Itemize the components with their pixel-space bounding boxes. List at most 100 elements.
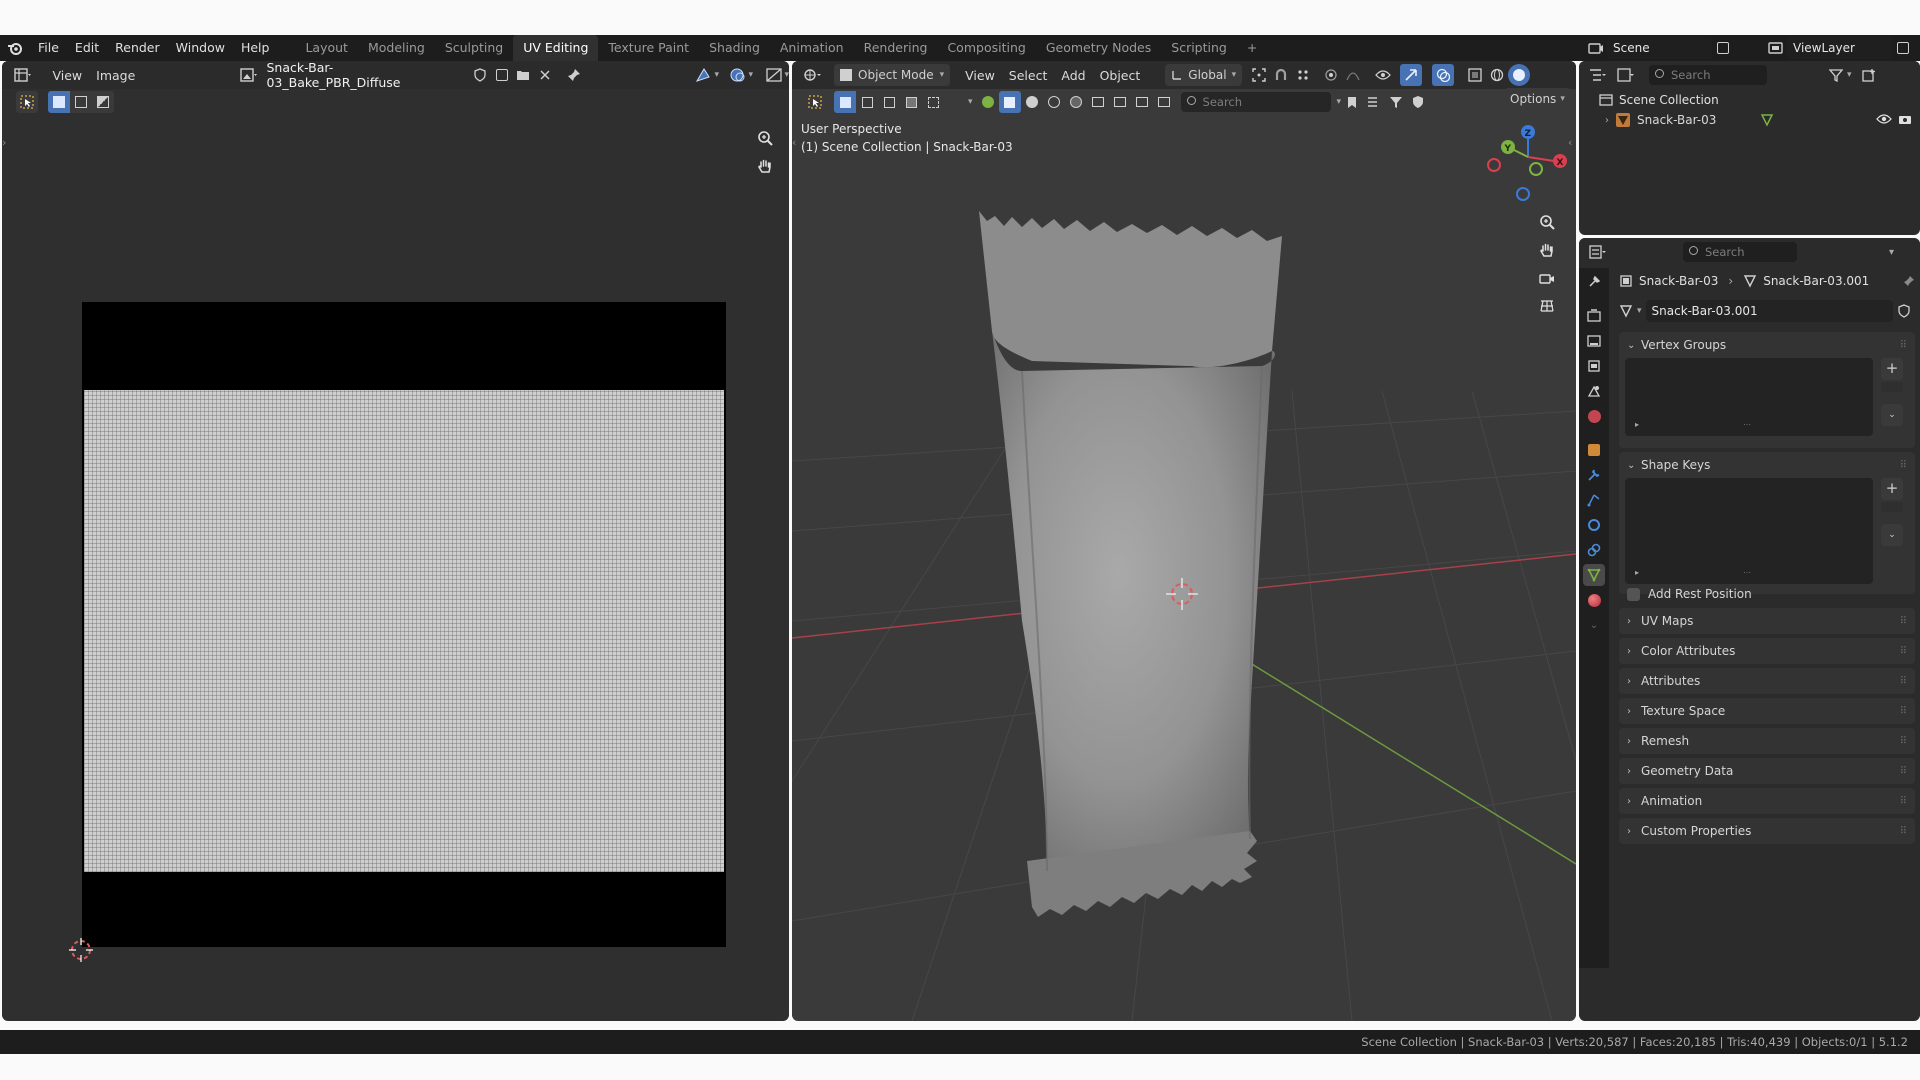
camera-filter-icon[interactable] [1109,91,1131,113]
gizmo-neg-x-handle[interactable] [1487,158,1501,172]
filter-dropdown-icon[interactable]: ▾ [968,97,973,107]
viewport-zoom-icon[interactable] [1536,211,1558,233]
transform-orientation-dropdown[interactable]: Global ▾ [1165,64,1243,86]
menu-edit[interactable]: Edit [67,35,107,61]
pan-hand-icon[interactable] [754,155,776,177]
mesh-data-icon[interactable] [1760,113,1774,127]
2d-cursor-icon[interactable] [67,936,95,964]
properties-options-dropdown-icon[interactable]: ▾ [1889,247,1894,258]
viewport-pan-hand-icon[interactable] [1536,239,1558,261]
tab-geometry-nodes[interactable]: Geometry Nodes [1036,35,1161,61]
add-rest-position-row[interactable]: Add Rest Position [1627,587,1752,601]
panel-texture-space[interactable]: › Texture Space ⠿ [1619,698,1915,724]
gizmo-neg-y-handle[interactable] [1529,162,1543,176]
empty-filter-icon[interactable] [1131,91,1153,113]
mesh-datablock-icon[interactable] [1619,304,1633,318]
tab-scripting[interactable]: Scripting [1161,35,1237,61]
gizmo-toggle-icon[interactable] [1400,64,1423,86]
viewport-menu-object[interactable]: Object [1093,68,1148,83]
viewport-scene[interactable]: Z X Y [792,61,1576,1021]
pin-icon[interactable] [563,64,584,86]
surface-filter-icon[interactable] [1043,91,1065,113]
image-browse-icon[interactable] [238,64,259,86]
viewport-mode-subtract-icon[interactable] [878,91,900,113]
mesh-filter-icon[interactable] [998,91,1021,113]
camera-view-icon[interactable] [1536,267,1558,289]
overlay-icon[interactable] [727,64,748,86]
light-filter-icon[interactable] [1087,91,1109,113]
tab-uv-editing[interactable]: UV Editing [513,35,599,61]
uv-image-canvas[interactable] [82,302,726,947]
falloff-icon[interactable] [1342,64,1364,86]
mode-set-icon[interactable] [48,91,70,113]
object-tab-icon[interactable] [1583,439,1605,461]
properties-editor-type-icon[interactable] [1587,241,1609,263]
curve-filter-icon[interactable] [1021,91,1043,113]
pin-properties-icon[interactable] [1903,275,1915,287]
display-channels-icon[interactable] [763,64,784,86]
menu-help[interactable]: Help [233,35,278,61]
new-collection-icon[interactable] [1858,64,1880,86]
visibility-selectability-icon[interactable] [1372,64,1394,86]
remove-shape-key-button[interactable] [1881,502,1903,512]
view-layer-tab-icon[interactable] [1583,355,1605,377]
animation-drag-handle-icon[interactable]: ⠿ [1900,796,1907,807]
geometry-data-drag-handle-icon[interactable]: ⠿ [1900,766,1907,777]
fake-user-icon[interactable] [470,64,491,86]
uv-sync-icon[interactable] [693,64,714,86]
toolbar-expand-icon[interactable]: › [2,136,6,149]
vertex-groups-list[interactable]: ▸ ⋯ [1625,358,1873,436]
datablock-dropdown-icon[interactable]: ▾ [1637,306,1642,316]
viewlayer-selector[interactable]: ViewLayer [1765,37,1914,59]
panel-custom-properties[interactable]: › Custom Properties ⠿ [1619,818,1915,844]
physics-tab-icon[interactable] [1583,514,1605,536]
snap-target-icon[interactable] [1292,64,1314,86]
tab-sculpting[interactable]: Sculpting [435,35,513,61]
scene-tab-icon[interactable] [1583,380,1605,402]
menu-file[interactable]: File [30,35,67,61]
custom-properties-drag-handle-icon[interactable]: ⠿ [1900,826,1907,837]
snack-bar-mesh[interactable] [979,211,1282,917]
tab-texture-paint[interactable]: Texture Paint [598,35,699,61]
outliner-filter-icon[interactable] [1825,64,1847,86]
mode-subtract-icon[interactable] [92,91,114,113]
snap-icon[interactable] [1270,64,1292,86]
tool-tab-icon[interactable] [1583,271,1605,293]
output-tab-icon[interactable] [1583,330,1605,352]
world-tab-icon[interactable] [1583,405,1605,427]
list-resize-icon[interactable]: ⋯ [1743,420,1751,429]
viewport-mode-intersect-icon[interactable] [922,91,944,113]
panel-vertex-groups-header[interactable]: ⌄ Vertex Groups ⠿ [1619,332,1915,358]
outliner-row-scene-collection[interactable]: Scene Collection [1599,93,1719,107]
shape-key-specials-button[interactable]: ⌄ [1881,524,1903,546]
shield-icon[interactable] [1407,91,1429,113]
other-filter-icon[interactable] [1153,91,1175,113]
uv-menu-image[interactable]: Image [89,68,142,83]
open-image-icon[interactable] [513,64,534,86]
panel-attributes[interactable]: › Attributes ⠿ [1619,668,1915,694]
constraints-tab-icon[interactable] [1583,539,1605,561]
drag-handle-icon[interactable]: ⠿ [1900,340,1907,351]
viewport-mode-invert-icon[interactable] [900,91,922,113]
viewport-select-tool-icon[interactable] [804,91,826,113]
unlink-image-icon[interactable] [534,64,555,86]
tab-animation[interactable]: Animation [770,35,854,61]
datablock-fake-user-icon[interactable] [1893,300,1915,322]
expand-arrow-icon[interactable]: › [1605,115,1609,126]
editor-type-icon[interactable] [12,64,33,86]
viewport-sidebar-expand-icon[interactable]: ‹ [1568,136,1572,149]
tab-modeling[interactable]: Modeling [358,35,435,61]
display-mode-icon[interactable] [1615,64,1637,86]
shape-keys-list-resize-icon[interactable]: ⋯ [1743,568,1751,577]
options-dropdown[interactable]: Options ▾ [1504,88,1571,110]
viewport-menu-select[interactable]: Select [1002,68,1055,83]
color-attributes-drag-handle-icon[interactable]: ⠿ [1900,646,1907,657]
viewport-search-input[interactable]: Search [1180,92,1331,112]
vertex-group-specials-button[interactable]: ⌄ [1881,404,1903,426]
new-viewlayer-icon[interactable] [1892,37,1914,59]
shape-keys-list[interactable]: ▸ ⋯ [1625,478,1873,584]
image-name-field[interactable]: Snack-Bar-03_Bake_PBR_Diffuse [259,61,469,90]
outliner-filter-dropdown-icon[interactable]: ▾ [1847,70,1852,80]
texture-space-drag-handle-icon[interactable]: ⠿ [1900,706,1907,717]
attributes-drag-handle-icon[interactable]: ⠿ [1900,676,1907,687]
